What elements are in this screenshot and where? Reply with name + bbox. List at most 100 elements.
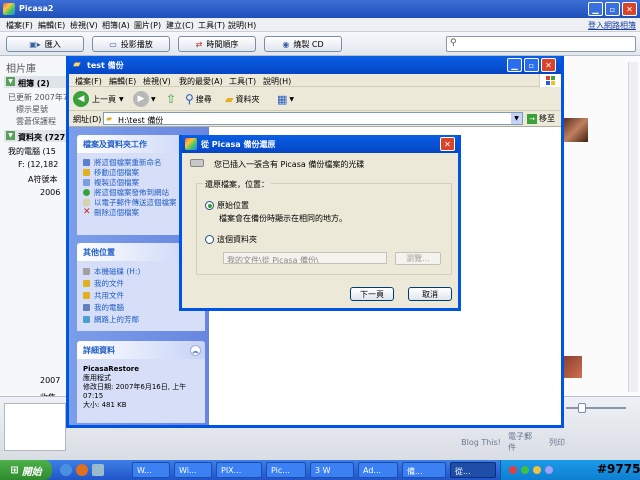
picasa-menu-view[interactable]: 檢視(V) xyxy=(70,20,98,31)
network-icon xyxy=(83,315,90,323)
taskbar-item[interactable]: 3 W xyxy=(310,462,354,478)
signin-link[interactable]: 登入網路相簿 xyxy=(588,20,636,31)
chevron-up-icon[interactable]: ︽ xyxy=(190,344,201,356)
timeline-button[interactable]: ⇄ 時間順序 xyxy=(178,36,256,52)
picasa-menu-edit[interactable]: 編輯(E) xyxy=(38,20,65,31)
photo-thumbnail[interactable] xyxy=(564,118,588,142)
desktop-quicklaunch-icon[interactable] xyxy=(92,464,104,476)
task-label: 移動這個檔案 xyxy=(94,167,139,177)
picasa-photo-area xyxy=(562,56,640,396)
picasa-menu-help[interactable]: 說明(H) xyxy=(228,20,256,31)
explorer-close-button[interactable]: ✕ xyxy=(541,58,556,72)
option1-label: 原始位置 xyxy=(217,201,249,210)
folders-button[interactable]: ▰ 資料夾 xyxy=(225,90,275,108)
picasa-scrollbar[interactable] xyxy=(628,62,638,392)
forward-button[interactable]: ▶ xyxy=(133,91,149,107)
back-button[interactable]: ◀ 上一頁 ▼ xyxy=(73,90,127,108)
sidebar-item[interactable]: 2007 xyxy=(40,376,60,385)
tray-icon[interactable] xyxy=(509,466,517,474)
this-folder-radio[interactable]: 這個資料夾 xyxy=(205,234,257,245)
delete-icon: ✕ xyxy=(83,207,91,217)
go-button[interactable]: → 移至 xyxy=(527,112,559,125)
sidebar-item[interactable]: 雲蒼保護程 xyxy=(16,116,56,127)
search-button[interactable]: ⚲ 搜尋 xyxy=(185,90,225,108)
slideshow-label: 投影播放 xyxy=(120,39,153,49)
tray-icon[interactable] xyxy=(533,466,541,474)
browse-button[interactable]: 瀏覽... xyxy=(395,252,441,265)
explorer-minimize-button[interactable]: ▁ xyxy=(507,58,522,72)
picasa-close-button[interactable]: ✕ xyxy=(622,2,637,16)
taskbar-item[interactable]: Wi... xyxy=(174,462,212,478)
search-label: 搜尋 xyxy=(195,94,212,104)
dialog-close-button[interactable]: ✕ xyxy=(440,137,455,151)
start-button[interactable]: ⊞ 開始 xyxy=(0,460,52,480)
details-title[interactable]: 詳細資料 ︽ xyxy=(77,341,205,359)
cancel-label: 取消 xyxy=(422,289,438,299)
address-input[interactable]: ▰ H:\test 備份 ▼ xyxy=(103,112,523,125)
taskbar-item[interactable]: PIX... xyxy=(216,462,262,478)
taskbar-item[interactable]: W... xyxy=(132,462,170,478)
picasa-maximize-button[interactable]: ▫ xyxy=(605,2,620,16)
explorer-menu-file[interactable]: 檔案(F) xyxy=(75,76,102,87)
zoom-slider-thumb[interactable] xyxy=(578,403,586,413)
photo-thumbnail[interactable] xyxy=(564,356,582,378)
folders-header[interactable]: ▼ 資料夾 (727) xyxy=(4,130,69,142)
ie-quicklaunch-icon[interactable] xyxy=(60,464,72,476)
sidebar-item[interactable]: 我的電腦 (15 xyxy=(8,146,56,157)
taskbar-item[interactable]: Ad... xyxy=(358,462,398,478)
email-icon xyxy=(83,198,90,206)
tray-icon[interactable] xyxy=(521,466,529,474)
original-location-radio[interactable]: 原始位置 xyxy=(205,200,249,211)
import-button[interactable]: ▣▸ 匯入 xyxy=(6,36,84,52)
up-folder-button[interactable]: ⇧ xyxy=(163,91,179,107)
folder-path-input[interactable]: 我的文件\從 Picasa 備份\ xyxy=(223,252,387,264)
sidebar-item[interactable]: 2006 xyxy=(40,188,60,197)
picasa-minimize-button[interactable]: ▁ xyxy=(588,2,603,16)
place-label: 我的電腦 xyxy=(94,302,124,312)
sidebar-item[interactable]: A符號本 xyxy=(28,174,57,185)
blog-this-button[interactable]: Blog This! xyxy=(458,435,504,449)
zoom-slider[interactable] xyxy=(566,403,626,413)
next-button[interactable]: 下一頁 xyxy=(350,287,394,301)
cancel-button[interactable]: 取消 xyxy=(408,287,452,301)
picasa-menu-album[interactable]: 相簿(A) xyxy=(102,20,130,31)
taskbar-item[interactable]: 備... xyxy=(402,462,446,478)
picasa-menu-tools[interactable]: 工具(T) xyxy=(198,20,225,31)
explorer-menu-help[interactable]: 說明(H) xyxy=(263,76,291,87)
place-network[interactable]: 網路上的芳鄰 xyxy=(77,313,205,325)
taskbar-item-active[interactable]: 從... xyxy=(450,462,496,478)
system-tray: #97753 xyxy=(500,460,640,480)
picasa-menu-file[interactable]: 檔案(F) xyxy=(6,20,33,31)
picasa-search-input[interactable]: ⚲ xyxy=(446,36,636,52)
firefox-quicklaunch-icon[interactable] xyxy=(76,464,88,476)
taskbar-item[interactable]: Pic... xyxy=(266,462,306,478)
albums-header[interactable]: ▼ 相簿 (2) xyxy=(4,76,68,88)
explorer-toolbar: ◀ 上一頁 ▼ ▶ ▼ ⇧ ⚲ 搜尋 ▰ 資料夾 ▦ ▼ xyxy=(69,87,561,111)
views-button[interactable]: ▦ ▼ xyxy=(277,91,303,107)
picasa-menu-picture[interactable]: 圖片(P) xyxy=(134,20,161,31)
file-tasks-heading: 檔案及資料夾工作 xyxy=(83,139,147,149)
burn-cd-button[interactable]: ◉ 燒製 CD xyxy=(264,36,342,52)
chevron-down-icon[interactable]: ▼ xyxy=(511,113,522,124)
explorer-menu-favorites[interactable]: 我的最愛(A) xyxy=(179,76,223,87)
radio-unselected-icon xyxy=(205,235,214,244)
explorer-menu-edit[interactable]: 編輯(E) xyxy=(109,76,136,87)
slideshow-button[interactable]: ▭ 投影播放 xyxy=(92,36,170,52)
explorer-menu-view[interactable]: 檢視(V) xyxy=(143,76,171,87)
print-button[interactable]: 列印 xyxy=(542,435,572,449)
address-label: 網址(D) xyxy=(73,115,102,124)
explorer-menu-tools[interactable]: 工具(T) xyxy=(229,76,256,87)
taskbar: ⊞ 開始 W... Wi... PIX... Pic... 3 W Ad... … xyxy=(0,460,640,480)
email-button[interactable]: 電子郵件 xyxy=(508,432,538,452)
picasa-menu-create[interactable]: 建立(C) xyxy=(166,20,194,31)
tray-icon[interactable] xyxy=(545,466,553,474)
sidebar-item[interactable]: 標示星號 xyxy=(16,104,48,115)
task-label: 將這個檔案發佈到網站 xyxy=(94,187,169,197)
explorer-menu-bar: 檔案(F) 編輯(E) 檢視(V) 我的最愛(A) 工具(T) 說明(H) xyxy=(69,74,561,87)
chevron-down-icon[interactable]: ▼ xyxy=(151,96,156,103)
explorer-maximize-button[interactable]: ▫ xyxy=(524,58,539,72)
sidebar-item[interactable]: F: (12,182 xyxy=(18,160,58,169)
chevron-down-icon: ▼ xyxy=(289,95,295,103)
library-title: 相片庫 xyxy=(6,64,36,75)
sidebar-item[interactable]: 已更新 2007年7 xyxy=(8,92,68,103)
